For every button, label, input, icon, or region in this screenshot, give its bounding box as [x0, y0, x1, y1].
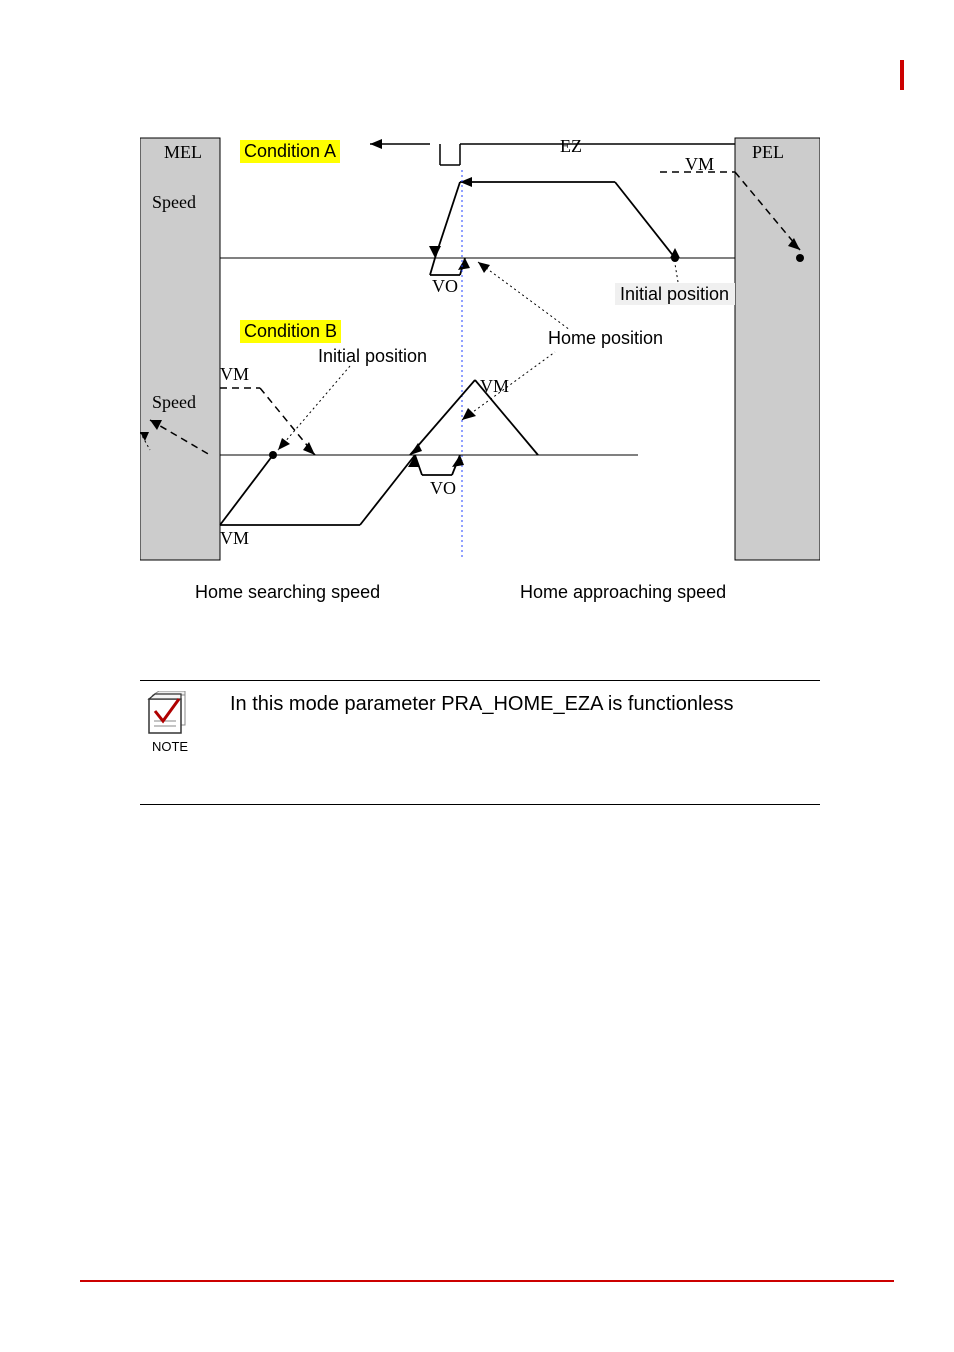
page-edge-marker [900, 60, 904, 90]
vm-mid-label: VM [480, 376, 509, 396]
footer-red-line [80, 1280, 894, 1282]
note-checkmark-icon [145, 691, 195, 737]
initial-position-left: Initial position [318, 346, 427, 366]
note-caption: NOTE [152, 739, 188, 754]
note-block: NOTE In this mode parameter PRA_HOME_EZA… [140, 680, 820, 805]
vo-top-label: VO [432, 276, 458, 296]
home-position-label: Home position [548, 328, 663, 348]
vm-bl1-label: VM [220, 364, 249, 384]
vo-bottom-label: VO [430, 478, 456, 498]
vm-bl2-label: VM [220, 528, 249, 548]
ez-label: EZ [560, 136, 582, 156]
home-searching-speed-label: Home searching speed [195, 582, 380, 603]
condition-a-label: Condition A [240, 140, 340, 163]
condition-b-label: Condition B [240, 320, 341, 343]
home-approaching-speed-label: Home approaching speed [520, 582, 726, 603]
speed-bottom-label: Speed [152, 392, 196, 412]
note-text: In this mode parameter PRA_HOME_EZA is f… [230, 691, 734, 716]
timing-diagram: MEL PEL EZ Speed VM [140, 130, 820, 600]
speed-top-label: Speed [152, 192, 196, 212]
note-icon-wrap: NOTE [140, 691, 200, 754]
vm-tr-label: VM [685, 154, 714, 174]
pel-label: PEL [752, 142, 784, 162]
mel-label: MEL [164, 142, 202, 162]
initial-position-right: Initial position [620, 284, 729, 304]
diagram-svg: MEL PEL EZ Speed VM [140, 130, 820, 600]
